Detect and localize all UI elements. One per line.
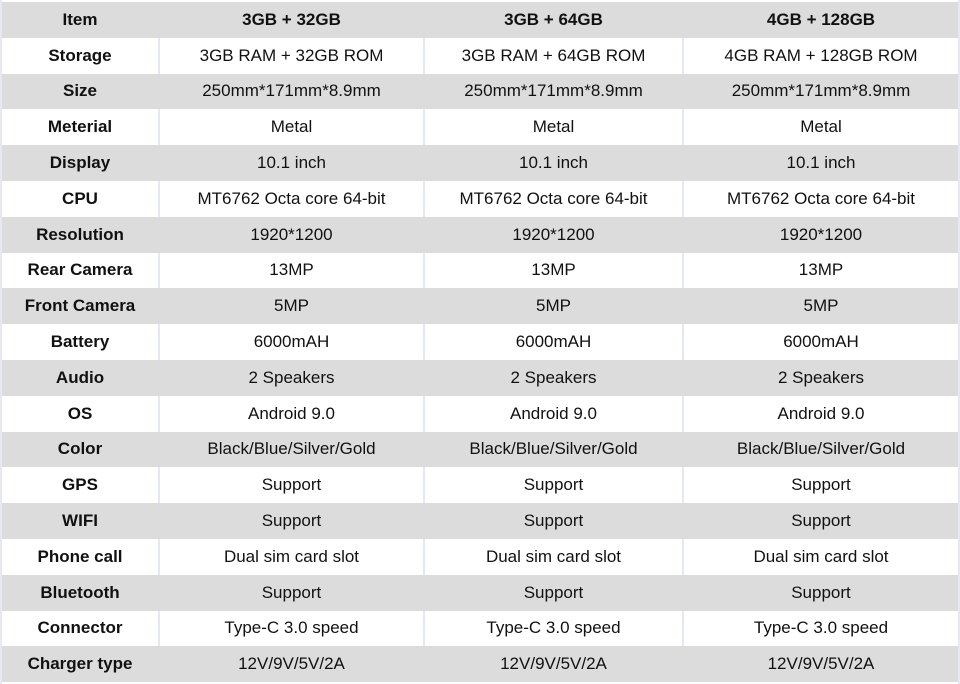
row-value-variant-2: MT6762 Octa core 64-bit (423, 180, 682, 217)
row-value-variant-2: 250mm*171mm*8.9mm (423, 73, 682, 110)
row-value-variant-1: 13MP (158, 252, 423, 289)
row-value-variant-3: Android 9.0 (682, 395, 958, 432)
row-value-variant-2: 13MP (423, 252, 682, 289)
row-label: GPS (62, 475, 98, 495)
row-value-variant-1: Dual sim card slot (158, 538, 423, 575)
row-value-variant-1: 250mm*171mm*8.9mm (158, 73, 423, 110)
row-value-variant-3: Dual sim card slot (682, 538, 958, 575)
row-value-variant-1: 5MP (158, 288, 423, 325)
header-variant-1: 3GB + 32GB (158, 2, 423, 38)
row-value-variant-2: Android 9.0 (423, 395, 682, 432)
table-row: Resolution 1920*1200 1920*1200 1920*1200 (2, 216, 958, 253)
row-value-variant-3: Support (682, 503, 958, 539)
row-value-variant-3: Support (682, 574, 958, 611)
row-value-variant-1: Black/Blue/Silver/Gold (158, 431, 423, 468)
row-label: Storage (48, 45, 112, 65)
row-value-variant-1: Metal (158, 109, 423, 146)
row-value-variant-2: Metal (423, 109, 682, 146)
row-value-variant-3: 10.1 inch (682, 145, 958, 181)
row-value-variant-2: 12V/9V/5V/2A (423, 646, 682, 683)
row-value-variant-3: Support (682, 467, 958, 504)
table-row: Display 10.1 inch 10.1 inch 10.1 inch (2, 145, 958, 181)
row-value-variant-3: 13MP (682, 252, 958, 289)
row-value-variant-1: Support (158, 467, 423, 504)
row-value-variant-1: Support (158, 574, 423, 611)
row-value-variant-1: MT6762 Octa core 64-bit (158, 180, 423, 217)
table-row: Storage 3GB RAM + 32GB ROM 3GB RAM + 64GB … (2, 37, 958, 74)
row-label: Display (49, 153, 111, 173)
row-value-variant-1: Support (158, 503, 423, 539)
table-row: Phone call Dual sim card slot Dual sim car… (2, 538, 958, 575)
row-value-variant-2: 6000mAH (423, 324, 682, 360)
row-label: Front Camera (24, 296, 136, 316)
row-label: Color (57, 439, 103, 459)
header-variant-2: 3GB + 64GB (423, 2, 682, 38)
row-value-variant-1: 10.1 inch (158, 145, 423, 181)
table-header-row: Item 3GB + 32GB 3GB + 64GB 4GB + 128GB (2, 2, 958, 38)
row-value-variant-2: 1920*1200 (423, 216, 682, 253)
row-label: Meterial (47, 117, 113, 137)
row-label: CPU (62, 188, 98, 208)
table-row: Meterial Metal Metal Metal (2, 109, 958, 146)
row-value-variant-2: Support (423, 503, 682, 539)
row-label: Connector (37, 618, 123, 638)
row-value-variant-1: 1920*1200 (158, 216, 423, 253)
row-value-variant-2: Type-C 3.0 speed (423, 610, 682, 647)
row-value-variant-1: 3GB RAM + 32GB ROM (158, 37, 423, 74)
row-value-variant-2: 5MP (423, 288, 682, 325)
table-row: WIFI Support Support Support (2, 503, 958, 539)
table-row: OS Android 9.0 Android 9.0 Android 9.0 (2, 395, 958, 432)
row-value-variant-3: Black/Blue/Silver/Gold (682, 431, 958, 468)
row-label: Resolution (36, 224, 124, 244)
table-row: Connector Type-C 3.0 speed Type-C 3.0 spee… (2, 610, 958, 647)
spec-comparison-table: Item 3GB + 32GB 3GB + 64GB 4GB + 128GB S… (2, 2, 958, 684)
row-value-variant-2: Support (423, 467, 682, 504)
row-value-variant-1: 12V/9V/5V/2A (158, 646, 423, 683)
table-row: Color Black/Blue/Silver/Gold Black/Blue/Si… (2, 431, 958, 468)
row-value-variant-1: Type-C 3.0 speed (158, 610, 423, 647)
row-value-variant-2: 10.1 inch (423, 145, 682, 181)
table-row: Front Camera 5MP 5MP 5MP (2, 288, 958, 325)
row-value-variant-3: 250mm*171mm*8.9mm (682, 73, 958, 110)
row-value-variant-2: 2 Speakers (423, 359, 682, 396)
table-row: Rear Camera 13MP 13MP 13MP (2, 252, 958, 289)
table-row: Charger type 12V/9V/5V/2A 12V/9V/5V/2A 12V/… (2, 646, 958, 683)
table-row: Bluetooth Support Support Support (2, 574, 958, 611)
row-value-variant-3: 5MP (682, 288, 958, 325)
header-item: Item (62, 9, 98, 29)
row-value-variant-3: MT6762 Octa core 64-bit (682, 180, 958, 217)
row-label: Battery (50, 332, 110, 352)
header-variant-3: 4GB + 128GB (682, 2, 958, 38)
row-value-variant-3: 1920*1200 (682, 216, 958, 253)
row-label: WIFI (62, 511, 98, 531)
row-value-variant-3: Type-C 3.0 speed (682, 610, 958, 647)
row-label: Size (62, 81, 98, 101)
row-value-variant-2: Black/Blue/Silver/Gold (423, 431, 682, 468)
row-value-variant-2: Dual sim card slot (423, 538, 682, 575)
table-row: Battery 6000mAH 6000mAH 6000mAH (2, 324, 958, 360)
row-label: Bluetooth (40, 582, 120, 602)
table-row: CPU MT6762 Octa core 64-bit MT6762 Octa co… (2, 180, 958, 217)
row-label: Charger type (27, 654, 133, 674)
row-value-variant-2: 3GB RAM + 64GB ROM (423, 37, 682, 74)
row-value-variant-1: 6000mAH (158, 324, 423, 360)
table-row: GPS Support Support Support (2, 467, 958, 504)
row-label: Audio (55, 367, 105, 387)
row-label: Rear Camera (27, 260, 133, 280)
row-label: Phone call (37, 546, 123, 566)
row-value-variant-3: Metal (682, 109, 958, 146)
row-value-variant-3: 4GB RAM + 128GB ROM (682, 37, 958, 74)
row-value-variant-3: 2 Speakers (682, 359, 958, 396)
row-label: OS (67, 403, 93, 423)
row-value-variant-2: Support (423, 574, 682, 611)
row-value-variant-3: 6000mAH (682, 324, 958, 360)
table-row: Audio 2 Speakers 2 Speakers 2 Speakers (2, 359, 958, 396)
row-value-variant-3: 12V/9V/5V/2A (682, 646, 958, 683)
table-row: Size 250mm*171mm*8.9mm 250mm*171mm*8.9mm 25… (2, 73, 958, 110)
row-value-variant-1: 2 Speakers (158, 359, 423, 396)
row-value-variant-1: Android 9.0 (158, 395, 423, 432)
